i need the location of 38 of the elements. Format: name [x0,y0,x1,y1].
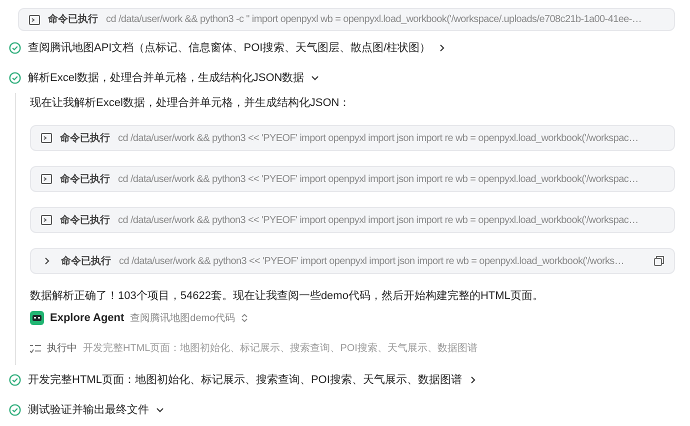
message-text: 数据解析正确了！103个项目，54622套。现在让我查阅一些demo代码，然后开始构建完整的HTML页面。 [30,289,544,303]
command-card[interactable]: 命令已执行 cd /data/user/work && python3 << 'PYEOF' import openpyxl import json import re wb = openpyxl.load_workbook('/workspac… [30,207,675,233]
command-text: cd /data/user/work && python3 << 'PYEOF' import openpyxl import json import re wb = openpyxl.load_workbook('/workspac… [118,214,638,228]
command-card[interactable]: 命令已执行 cd /data/user/work && python3 << 'PYEOF' import openpyxl import json import re wb = openpyxl.load_workbook('/workspac… [30,166,675,192]
command-text: cd /data/user/work && python3 << 'PYEOF' import openpyxl import json import re wb = openpyxl.load_workbook('/workspac… [118,132,638,146]
chevron-down-icon[interactable] [156,406,164,414]
command-text: cd /data/user/work && python3 << 'PYEOF' import openpyxl import json import re wb = openpyxl.load_workbook('/works… [119,254,624,268]
command-card[interactable]: 命令已执行 cd /data/user/work && python3 << 'PYEOF' import openpyxl import json import re wb = openpyxl.load_workbook('/works… [30,248,675,274]
message-text: 现在让我解析Excel数据，处理合并单元格，并生成结构化JSON： [30,96,352,110]
command-label: 命令已执行 [60,214,110,228]
running-task: 开发完整HTML页面：地图初始化、标记展示、搜索查询、POI搜索、天气展示、数据图谱 [83,342,478,356]
copy-icon[interactable] [654,256,664,266]
terminal-icon [41,215,52,225]
agent-name: Explore Agent [50,310,124,326]
terminal-icon [41,133,52,143]
command-label: 命令已执行 [60,172,110,186]
chevron-right-icon[interactable] [43,257,51,265]
task-list-icon [30,344,41,352]
command-label: 命令已执行 [60,132,110,146]
command-card[interactable]: 命令已执行 cd /data/user/work && python3 -c " import openpyxl wb = openpyxl.load_workbook('/workspace/.uploads/e708c21b-1a00-41ee-… [18,8,675,31]
running-label: 执行中 [47,342,77,356]
agent-task: 查阅腾讯地图demo代码 [130,312,236,326]
chevron-right-icon[interactable] [438,44,446,52]
step-title[interactable]: 解析Excel数据，处理合并单元格，生成结构化JSON数据 [28,70,304,86]
terminal-icon [29,14,40,24]
expand-toggle-icon[interactable] [241,313,248,323]
command-label: 命令已执行 [48,12,98,27]
command-text: cd /data/user/work && python3 << 'PYEOF' import openpyxl import json import re wb = openpyxl.load_workbook('/workspac… [118,172,638,186]
step-title[interactable]: 查阅腾讯地图API文档（点标记、信息窗体、POI搜索、天气图层、散点图/柱状图） [28,40,431,56]
terminal-icon [41,174,52,184]
command-text: cd /data/user/work && python3 -c " import openpyxl wb = openpyxl.load_workbook('/workspace/.uploads/e708c21b-1a00-41ee-… [106,13,642,27]
chevron-right-icon[interactable] [468,376,477,384]
step-title[interactable]: 测试验证并输出最终文件 [28,402,149,418]
command-label: 命令已执行 [61,254,111,268]
robot-icon [30,311,44,325]
chevron-down-icon[interactable] [311,74,320,82]
command-card[interactable]: 命令已执行 cd /data/user/work && python3 << 'PYEOF' import openpyxl import json import re wb = openpyxl.load_workbook('/workspac… [30,125,675,151]
step-title[interactable]: 开发完整HTML页面：地图初始化、标记展示、搜索查询、POI搜索、天气展示、数据图谱 [28,372,462,388]
